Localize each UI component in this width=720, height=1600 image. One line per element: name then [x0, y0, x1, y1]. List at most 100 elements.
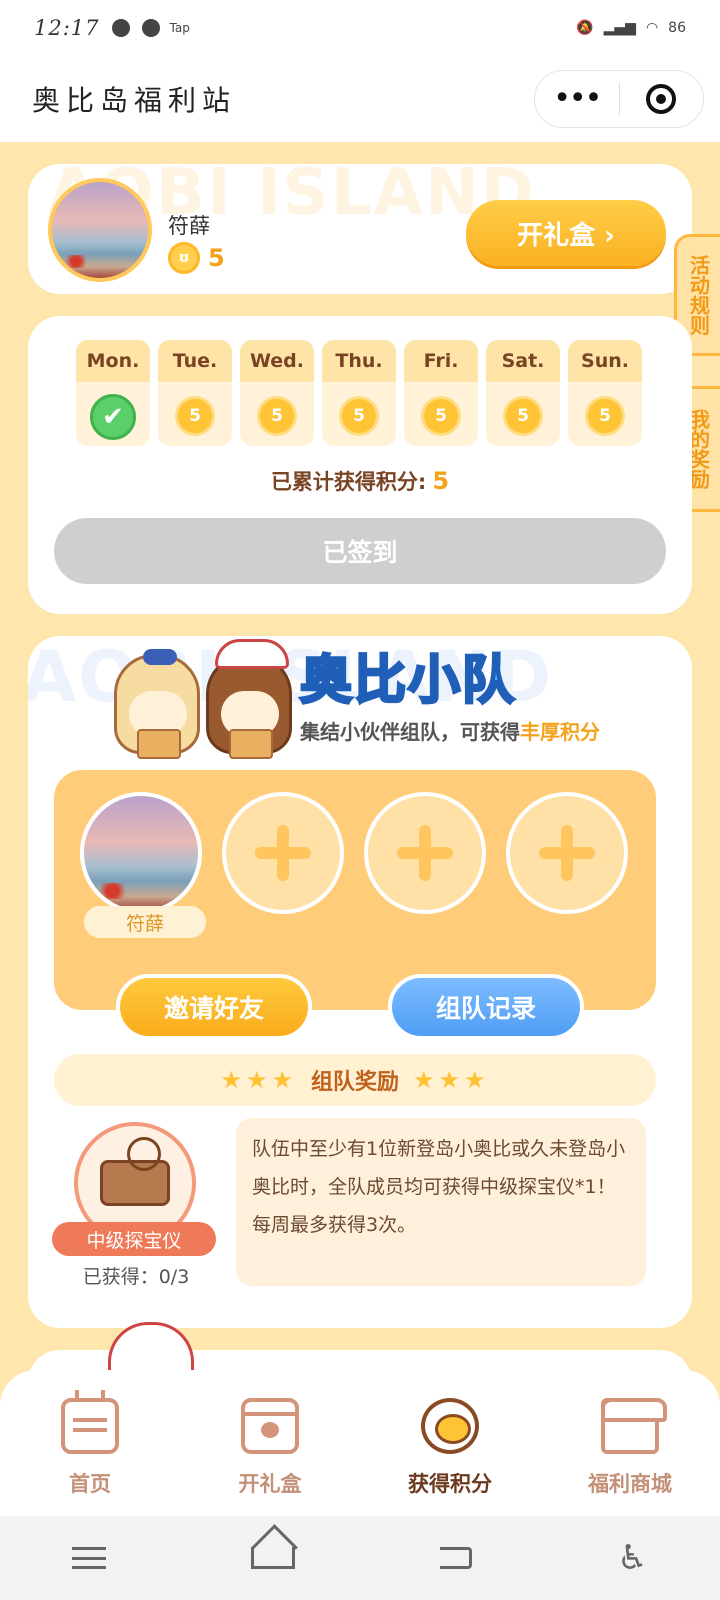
- day-label: Wed.: [240, 340, 314, 382]
- nav-label: 开礼盒: [238, 1472, 302, 1496]
- member-name: 符薛: [84, 906, 206, 938]
- team-record-button[interactable]: 组队记录: [388, 974, 584, 1040]
- treasure-detector-icon: [100, 1137, 170, 1206]
- compass-icon: [141, 19, 160, 37]
- day-label: Thu.: [322, 340, 396, 382]
- bear-girl-mascot: [114, 649, 200, 759]
- target-icon: [646, 84, 677, 114]
- gift-icon: [241, 1398, 299, 1454]
- day-wed[interactable]: Wed. 5: [240, 340, 314, 446]
- day-tue[interactable]: Tue. 5: [158, 340, 232, 446]
- add-member-slot[interactable]: [364, 792, 486, 914]
- bear-coin-icon: ʊ: [168, 242, 200, 274]
- points-value: 5: [208, 244, 225, 272]
- stars-icon: ★★★: [413, 1066, 490, 1094]
- nav-label: 福利商城: [588, 1472, 672, 1496]
- day-label: Mon.: [76, 340, 150, 382]
- system-nav-bar: ♿: [0, 1516, 720, 1600]
- avatar[interactable]: [48, 178, 152, 282]
- bow-icon: [143, 649, 177, 665]
- bear-coin-icon: [421, 1398, 479, 1454]
- mute-icon: 🔕: [576, 20, 594, 36]
- more-button[interactable]: •••: [535, 70, 619, 128]
- back-icon[interactable]: [440, 1547, 473, 1569]
- page-title: 奥比岛福利站: [32, 84, 237, 117]
- day-points: 5: [175, 396, 215, 436]
- play-icon: [111, 19, 130, 37]
- miniprogram-capsule: •••: [534, 70, 704, 128]
- add-member-slot[interactable]: [222, 792, 344, 914]
- day-sat[interactable]: Sat. 5: [486, 340, 560, 446]
- nav-label: 首页: [69, 1472, 111, 1496]
- nav-label: 获得积分: [408, 1472, 492, 1496]
- prize-count: 已获得：0/3: [82, 1266, 190, 1288]
- accumulated-points: 已累计获得积分: 5: [28, 466, 692, 496]
- calendar-icon: [61, 1390, 119, 1454]
- day-label: Sat.: [486, 340, 560, 382]
- day-points: 5: [421, 396, 461, 436]
- reward-description: 队伍中至少有1位新登岛小奥比或久未登岛小奥比时，全队成员均可获得中级探宝仪*1！…: [236, 1118, 646, 1286]
- status-right: 🔕 ▂▄▆ ◠ 86: [576, 20, 686, 36]
- plus-icon: [397, 825, 453, 881]
- close-miniprogram-button[interactable]: [620, 84, 704, 114]
- status-time: 12:17: [34, 16, 100, 40]
- team-card: AOBI ISLAND 奥比小队 集结小伙伴组队，可获得丰厚积分 符薛 邀请好友…: [28, 636, 692, 1328]
- team-title: 奥比小队: [298, 650, 517, 713]
- day-points: 5: [503, 396, 543, 436]
- accessibility-icon[interactable]: ♿: [617, 1538, 647, 1578]
- team-member-slot[interactable]: [80, 792, 202, 914]
- add-member-slot[interactable]: [506, 792, 628, 914]
- profile-card: AOBI ISLAND 符薛 ʊ 5 开礼盒 ›: [28, 164, 692, 294]
- open-box-button[interactable]: 开礼盒 ›: [466, 200, 666, 266]
- reward-title: 组队奖励: [310, 1070, 399, 1095]
- team-subtitle: 集结小伙伴组队，可获得丰厚积分: [300, 716, 600, 745]
- tap-label: Tap: [169, 21, 190, 35]
- parcel-icon: [229, 729, 273, 759]
- team-subtitle-highlight: 丰厚积分: [520, 720, 600, 744]
- member-avatar: [80, 792, 202, 914]
- day-sun[interactable]: Sun. 5: [568, 340, 642, 446]
- team-subtitle-text: 集结小伙伴组队，可获得: [300, 720, 520, 744]
- checkmark-icon: ✔: [90, 394, 136, 440]
- day-thu[interactable]: Thu. 5: [322, 340, 396, 446]
- menu-icon[interactable]: [72, 1547, 107, 1569]
- day-label: Sun.: [568, 340, 642, 382]
- stars-icon: ★★★: [220, 1066, 297, 1094]
- parcel-icon: [137, 729, 181, 759]
- day-fri[interactable]: Fri. 5: [404, 340, 478, 446]
- day-label: Fri.: [404, 340, 478, 382]
- day-points: 5: [585, 396, 625, 436]
- shop-icon: [601, 1398, 667, 1454]
- nav-open-box[interactable]: 开礼盒: [180, 1370, 360, 1516]
- battery-level: 86: [668, 20, 686, 36]
- nav-earn-points[interactable]: 获得积分: [360, 1370, 540, 1516]
- plus-icon: [255, 825, 311, 881]
- signed-in-button[interactable]: 已签到: [54, 518, 666, 584]
- cap-icon: [215, 639, 289, 669]
- home-icon[interactable]: [251, 1547, 296, 1569]
- invite-friends-button[interactable]: 邀请好友: [116, 974, 312, 1040]
- wifi-icon: ◠: [645, 20, 659, 36]
- weekday-list: Mon. ✔ Tue. 5 Wed. 5 Thu. 5 Fri. 5 Sat. …: [76, 340, 642, 446]
- username: 符薛: [168, 214, 210, 238]
- team-reward-header: ★★★ 组队奖励 ★★★: [54, 1054, 656, 1106]
- signal-icon: ▂▄▆: [603, 20, 636, 36]
- nav-shop[interactable]: 福利商城: [540, 1370, 720, 1516]
- points-row: ʊ 5: [168, 242, 225, 274]
- plus-icon: [539, 825, 595, 881]
- day-label: Tue.: [158, 340, 232, 382]
- bottom-nav: 首页 开礼盒 获得积分 福利商城: [0, 1370, 720, 1516]
- checkin-card: Mon. ✔ Tue. 5 Wed. 5 Thu. 5 Fri. 5 Sat. …: [28, 316, 692, 614]
- nav-home[interactable]: 首页: [0, 1370, 180, 1516]
- day-points: 5: [339, 396, 379, 436]
- mascot-characters: [102, 636, 312, 766]
- day-points: 5: [257, 396, 297, 436]
- accum-label: 已累计获得积分:: [270, 470, 427, 494]
- accum-value: 5: [432, 467, 450, 495]
- bear-boy-mascot: [206, 639, 292, 759]
- rules-tab-label: 活动规则: [686, 255, 711, 335]
- prize-name: 中级探宝仪: [52, 1222, 216, 1256]
- title-bar: 奥比岛福利站 •••: [0, 56, 720, 142]
- day-mon[interactable]: Mon. ✔: [76, 340, 150, 446]
- status-bar: 12:17 Tap 🔕 ▂▄▆ ◠ 86: [0, 0, 720, 56]
